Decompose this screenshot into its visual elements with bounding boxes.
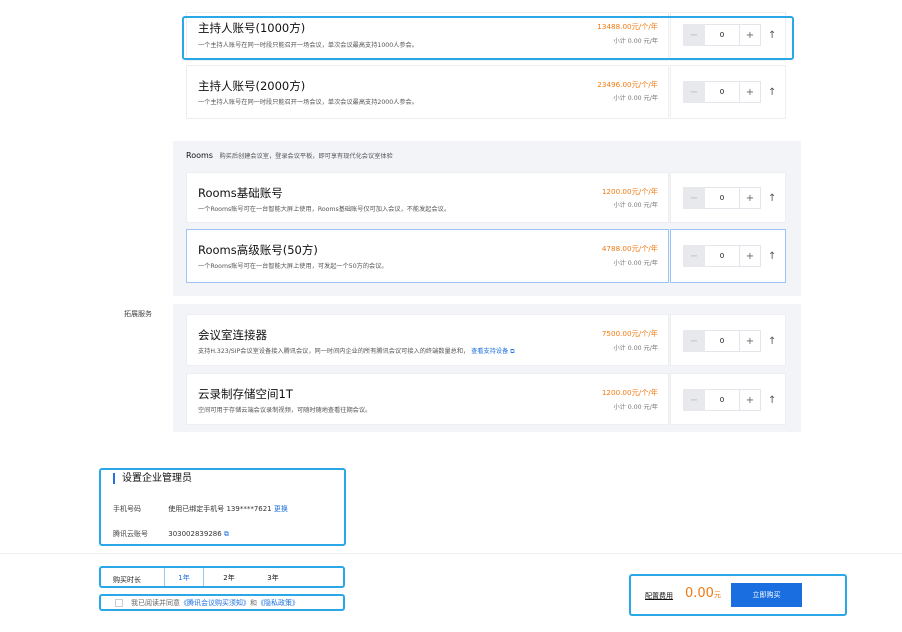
highlight-box-admin <box>99 468 346 546</box>
product-desc: 一个主持人账号在同一时段只能召开一场会议，单次会议最高支持2000人参会。 <box>198 99 418 106</box>
arrow-up-icon[interactable]: ↑ <box>768 395 776 406</box>
quantity-box: − 0 + ↑ <box>670 65 786 119</box>
quantity-stepper[interactable]: − 0 + ↑ <box>683 330 776 352</box>
quantity-box: − 0 + ↑ <box>670 172 786 223</box>
product-price: 1200.00元/个/年 <box>601 388 658 397</box>
product-desc: 一个Rooms账号可在一台智能大屏上使用，可发起一个50方的会议。 <box>198 263 388 270</box>
product-name: 会议室连接器 <box>198 328 267 342</box>
minus-button[interactable]: − <box>683 81 705 103</box>
extension-label: 拓展服务 <box>124 310 152 318</box>
arrow-up-icon[interactable]: ↑ <box>768 87 776 98</box>
arrow-up-icon[interactable]: ↑ <box>768 251 776 262</box>
quantity-stepper[interactable]: − 0 + ↑ <box>683 245 776 267</box>
product-price: 1200.00元/个/年 <box>601 187 658 196</box>
product-desc: 一个Rooms账号可在一台智能大屏上使用，Rooms基础账号仅可加入会议，不能发… <box>198 206 451 213</box>
minus-button[interactable]: − <box>683 187 705 209</box>
supported-devices-link[interactable]: 查看支持设备 <box>471 348 508 355</box>
product-subtotal: 小计 0.00 元/年 <box>613 404 658 411</box>
product-cloud-storage: 云录制存储空间1T 空间可用于存储云端会议录制视频，可随时随地查看往期会议。 1… <box>186 373 669 425</box>
product-connector: 会议室连接器 支持H.323/SIP会议室设备接入腾讯会议，同一时间内企业的所有… <box>186 314 669 366</box>
product-subtotal: 小计 0.00 元/年 <box>613 345 658 352</box>
quantity-value[interactable]: 0 <box>705 187 739 209</box>
rooms-subtitle: 购买后创建会议室，登录会议平板，即可享有现代化会议室体验 <box>219 153 393 160</box>
quantity-value[interactable]: 0 <box>705 389 739 411</box>
quantity-box: − 0 + ↑ <box>670 314 786 366</box>
plus-button[interactable]: + <box>739 187 761 209</box>
highlight-box-agreement <box>99 594 345 611</box>
arrow-up-icon[interactable]: ↑ <box>768 336 776 347</box>
quantity-box: − 0 + ↑ <box>670 373 786 425</box>
arrow-up-icon[interactable]: ↑ <box>768 193 776 204</box>
product-rooms-basic: Rooms基础账号 一个Rooms账号可在一台智能大屏上使用，Rooms基础账号… <box>186 172 669 223</box>
plus-button[interactable]: + <box>739 389 761 411</box>
minus-button[interactable]: − <box>683 245 705 267</box>
footer-divider <box>0 553 902 554</box>
external-link-icon[interactable]: ⧉ <box>510 348 514 355</box>
minus-button[interactable]: − <box>683 389 705 411</box>
product-desc-text: 支持H.323/SIP会议室设备接入腾讯会议，同一时间内企业的所有腾讯会议可接入… <box>198 348 470 355</box>
product-price: 23496.00元/个/年 <box>597 80 658 89</box>
product-price: 7500.00元/个/年 <box>601 329 658 338</box>
product-name: 云录制存储空间1T <box>198 387 293 401</box>
rooms-title: Rooms 购买后创建会议室，登录会议平板，即可享有现代化会议室体验 <box>186 151 393 160</box>
product-subtotal: 小计 0.00 元/年 <box>613 202 658 209</box>
minus-button[interactable]: − <box>683 330 705 352</box>
product-desc: 支持H.323/SIP会议室设备接入腾讯会议，同一时间内企业的所有腾讯会议可接入… <box>198 346 515 356</box>
plus-button[interactable]: + <box>739 245 761 267</box>
quantity-value[interactable]: 0 <box>705 245 739 267</box>
product-name: 主持人账号(2000方) <box>198 79 306 93</box>
quantity-box: − 0 + ↑ <box>670 229 786 283</box>
product-subtotal: 小计 0.00 元/年 <box>613 95 658 102</box>
quantity-value[interactable]: 0 <box>705 330 739 352</box>
product-price: 4788.00元/个/年 <box>601 244 658 253</box>
plus-button[interactable]: + <box>739 330 761 352</box>
product-rooms-advanced: Rooms高级账号(50方) 一个Rooms账号可在一台智能大屏上使用，可发起一… <box>186 229 669 283</box>
quantity-stepper[interactable]: − 0 + ↑ <box>683 389 776 411</box>
plus-button[interactable]: + <box>739 81 761 103</box>
highlight-box-host-1000 <box>182 16 794 60</box>
rooms-title-text: Rooms <box>186 151 213 160</box>
product-name: Rooms高级账号(50方) <box>198 243 318 257</box>
product-subtotal: 小计 0.00 元/年 <box>613 260 658 267</box>
highlight-box-checkout <box>629 574 847 616</box>
product-host-2000: 主持人账号(2000方) 一个主持人账号在同一时段只能召开一场会议，单次会议最高… <box>186 65 669 119</box>
product-name: Rooms基础账号 <box>198 186 283 200</box>
product-desc: 空间可用于存储云端会议录制视频，可随时随地查看往期会议。 <box>198 407 372 414</box>
quantity-stepper[interactable]: − 0 + ↑ <box>683 81 776 103</box>
quantity-value[interactable]: 0 <box>705 81 739 103</box>
quantity-stepper[interactable]: − 0 + ↑ <box>683 187 776 209</box>
highlight-box-duration <box>99 566 345 588</box>
